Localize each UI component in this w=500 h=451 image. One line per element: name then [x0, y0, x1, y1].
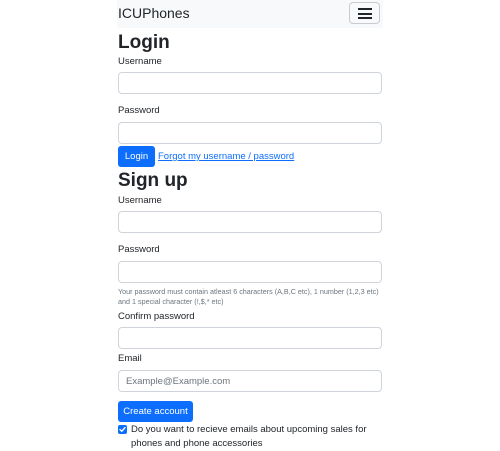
login-password-label: Password [118, 105, 160, 116]
navbar-toggler-button[interactable] [349, 2, 380, 24]
checkmark-icon [119, 426, 126, 432]
signup-title: Sign up [118, 170, 188, 191]
navbar: ICUPhones [117, 0, 383, 28]
confirm-password-input[interactable] [118, 327, 382, 349]
login-username-input[interactable] [118, 72, 382, 94]
navbar-brand[interactable]: ICUPhones [118, 5, 190, 21]
page-column: ICUPhones Login Username Password Login … [117, 0, 383, 450]
email-input[interactable] [118, 370, 382, 392]
email-label: Email [118, 353, 142, 364]
signup-username-label: Username [118, 195, 162, 206]
signup-password-input[interactable] [118, 261, 382, 283]
newsletter-label[interactable]: Do you want to recieve emails about upco… [131, 423, 381, 451]
create-account-button[interactable]: Create account [118, 401, 193, 422]
signup-username-input[interactable] [118, 211, 382, 233]
login-button[interactable]: Login [118, 146, 155, 167]
login-username-label: Username [118, 56, 162, 67]
signup-password-label: Password [118, 244, 160, 255]
newsletter-checkbox[interactable] [118, 425, 127, 434]
password-help-text: Your password must contain atleast 6 cha… [118, 287, 379, 306]
login-title: Login [118, 32, 170, 53]
confirm-password-label: Confirm password [118, 311, 195, 322]
hamburger-icon [358, 8, 372, 10]
forgot-credentials-link[interactable]: Forgot my username / password [158, 151, 294, 162]
login-password-input[interactable] [118, 122, 382, 144]
